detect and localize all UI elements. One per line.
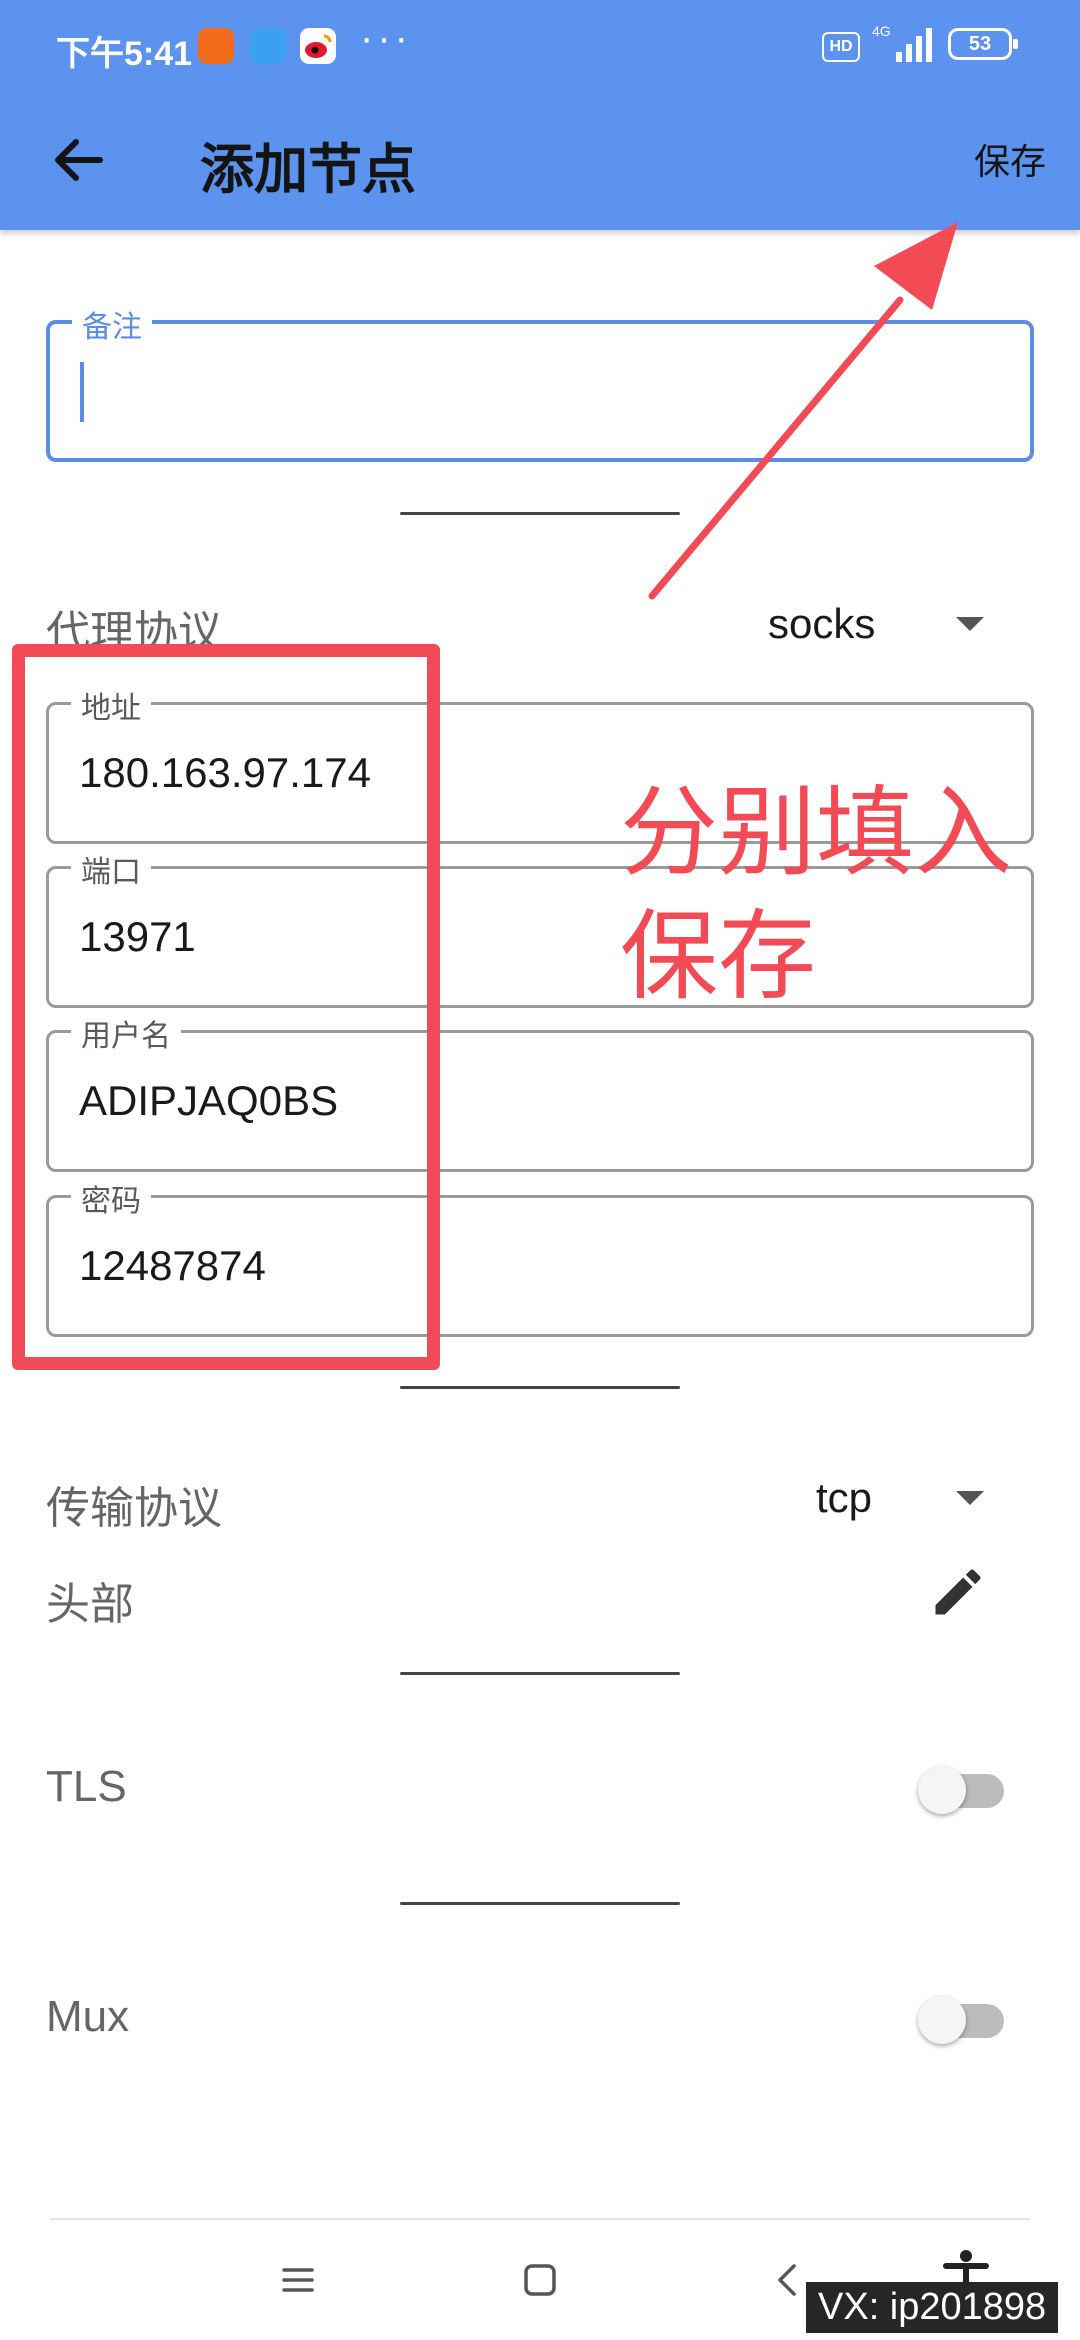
annotation-text: 分别填入 保存	[620, 770, 1012, 1018]
annotation-line-2: 保存	[620, 901, 817, 1011]
header-label: 头部	[46, 1580, 134, 1629]
remark-field[interactable]: 备注	[46, 302, 1034, 462]
transport-protocol-select[interactable]: tcp	[816, 1474, 872, 1522]
hd-icon: HD	[822, 32, 860, 62]
app-bar: 添加节点 保存	[0, 95, 1080, 230]
home-icon[interactable]	[510, 2250, 570, 2310]
watermark-label: VX: ip201898	[806, 2282, 1059, 2333]
chat-app-icon	[250, 28, 286, 64]
dropdown-arrow-icon[interactable]	[956, 617, 984, 631]
status-more-icon: ···	[360, 16, 412, 60]
toggle-thumb	[918, 1766, 966, 1814]
save-button[interactable]: 保存	[974, 133, 1046, 185]
section-divider	[400, 1386, 680, 1389]
remark-label: 备注	[72, 302, 152, 346]
annotation-line-1: 分别填入	[620, 777, 1013, 887]
arrow-back-icon[interactable]	[44, 125, 114, 195]
section-divider	[400, 1672, 680, 1675]
transport-protocol-label: 传输协议	[46, 1484, 222, 1533]
text-cursor	[80, 362, 84, 422]
proxy-protocol-select[interactable]: socks	[768, 600, 875, 648]
edit-pencil-icon[interactable]	[928, 1562, 988, 1622]
signal-icon: 4G	[872, 23, 932, 62]
taobao-app-icon	[198, 28, 234, 64]
section-divider	[400, 1902, 680, 1905]
page-title: 添加节点	[200, 140, 416, 200]
tls-label: TLS	[46, 1762, 127, 1811]
network-type-label: 4G	[872, 23, 891, 39]
toggle-thumb	[918, 1996, 966, 2044]
status-bar: 下午5:41 ··· HD 4G 53	[0, 0, 1080, 95]
weibo-app-icon	[300, 28, 336, 64]
mux-toggle[interactable]	[918, 1988, 1008, 2048]
menu-icon[interactable]	[268, 2250, 328, 2310]
section-divider	[400, 512, 680, 515]
mux-label: Mux	[46, 1992, 130, 2041]
annotation-highlight-box	[12, 644, 440, 1370]
dropdown-arrow-icon[interactable]	[956, 1491, 984, 1505]
battery-icon: 53	[948, 28, 1018, 60]
tls-toggle[interactable]	[918, 1758, 1008, 1818]
status-time: 下午5:41	[56, 35, 193, 73]
nav-divider	[50, 2218, 1030, 2220]
